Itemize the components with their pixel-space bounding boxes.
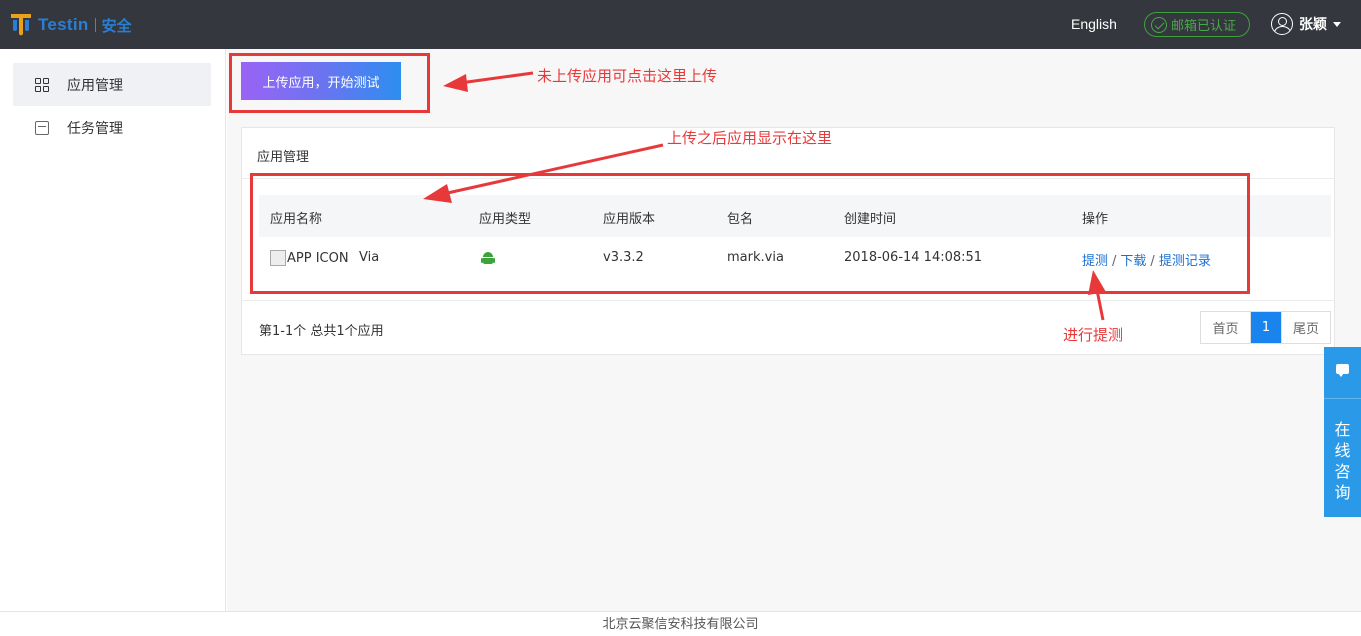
- annotation-box-list: [250, 173, 1250, 294]
- logo-text: Testin: [38, 15, 89, 34]
- user-avatar-icon: [1271, 13, 1293, 35]
- first-page-button[interactable]: 首页: [1201, 312, 1251, 343]
- email-status-label: 邮箱已认证: [1171, 19, 1237, 34]
- sidebar-item-label: 任务管理: [67, 120, 123, 137]
- last-page-button[interactable]: 尾页: [1281, 312, 1330, 343]
- sidebar-item-task-management[interactable]: 任务管理: [13, 106, 211, 149]
- sidebar-item-label: 应用管理: [67, 77, 123, 94]
- annotation-box-upload: [229, 53, 430, 113]
- annotation-list-hint: 上传之后应用显示在这里: [667, 129, 833, 147]
- testin-logo[interactable]: Testin 安全: [10, 12, 132, 38]
- language-switch[interactable]: English: [1071, 16, 1117, 32]
- testin-logo-icon: [10, 12, 32, 38]
- username: 张颖: [1299, 17, 1327, 33]
- record-count: 第1-1个 总共1个应用: [259, 324, 384, 339]
- annotation-upload-hint: 未上传应用可点击这里上传: [537, 67, 718, 85]
- panel-title: 应用管理: [257, 150, 310, 165]
- logo-separator: [94, 18, 96, 32]
- logo-subtitle: 安全: [101, 16, 132, 35]
- current-page-button[interactable]: 1: [1251, 312, 1281, 343]
- online-consult-label: 在 线 咨 询: [1334, 420, 1351, 502]
- pagination: 首页 1 尾页: [1200, 311, 1331, 344]
- top-header: Testin 安全 English 邮箱已认证 张颖: [0, 0, 1361, 49]
- annotation-action-hint: 进行提测: [1063, 326, 1124, 344]
- online-consult-widget[interactable]: 在 线 咨 询: [1324, 347, 1361, 517]
- email-verified-badge: 邮箱已认证: [1144, 12, 1250, 37]
- chat-bubble-icon: [1324, 347, 1361, 399]
- sidebar-item-app-management[interactable]: 应用管理: [13, 63, 211, 106]
- cube-icon: [35, 120, 49, 135]
- footer: 北京云聚信安科技有限公司: [0, 611, 1361, 636]
- user-menu[interactable]: 张颖: [1271, 13, 1341, 35]
- divider: [242, 300, 1334, 301]
- app-grid-icon: [35, 77, 49, 92]
- check-circle-icon: [1151, 16, 1167, 33]
- sidebar: 应用管理 任务管理: [0, 49, 226, 611]
- chevron-down-icon: [1333, 21, 1341, 27]
